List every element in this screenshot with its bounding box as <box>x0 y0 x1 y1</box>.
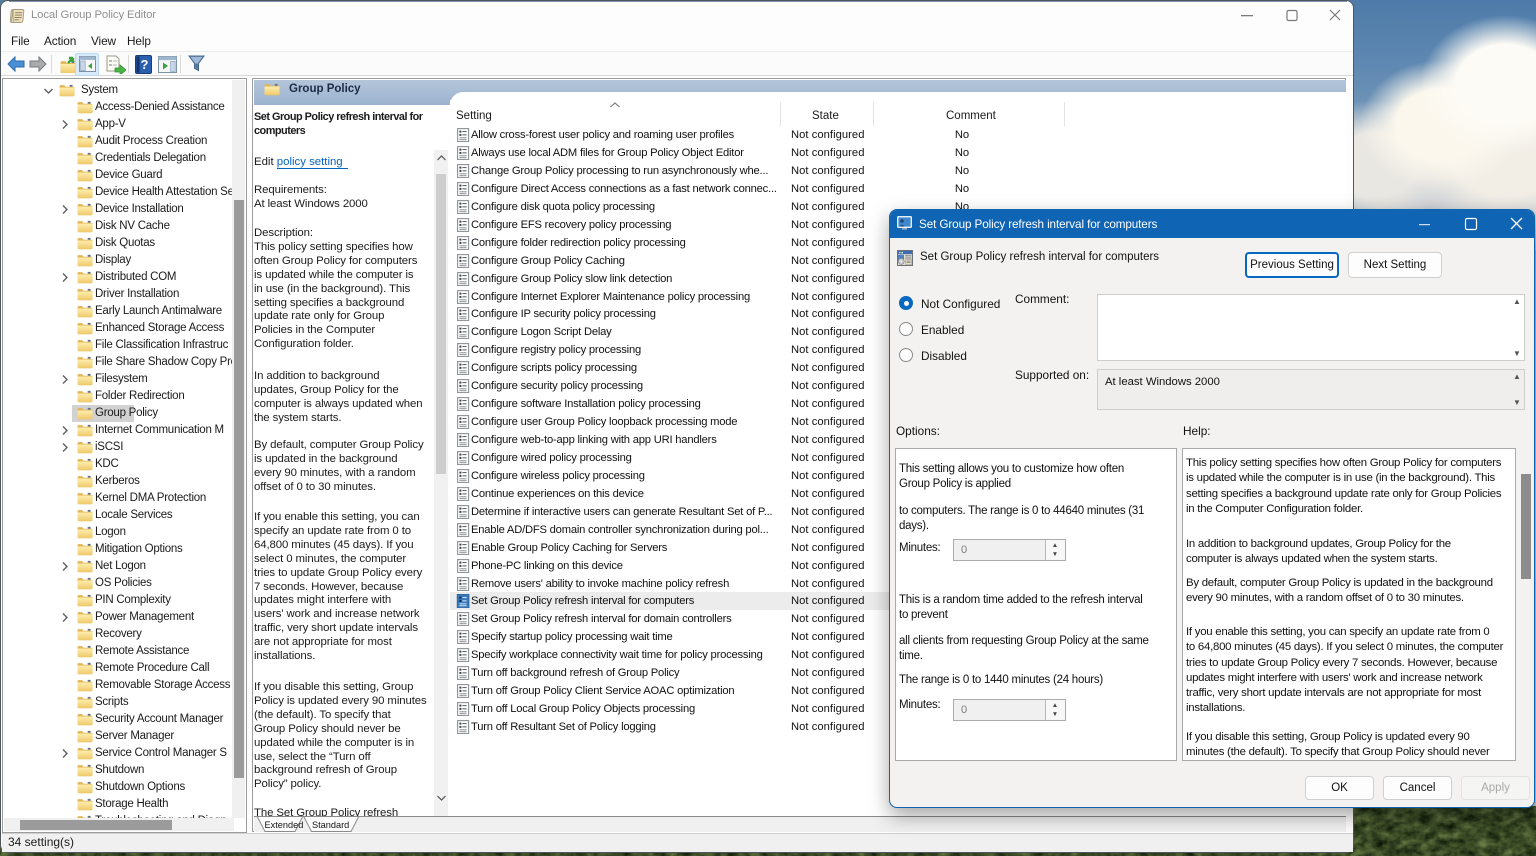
svg-text:Standard: Standard <box>312 820 349 830</box>
svg-text:?: ? <box>141 57 149 72</box>
svg-text:Extended: Extended <box>265 820 304 830</box>
